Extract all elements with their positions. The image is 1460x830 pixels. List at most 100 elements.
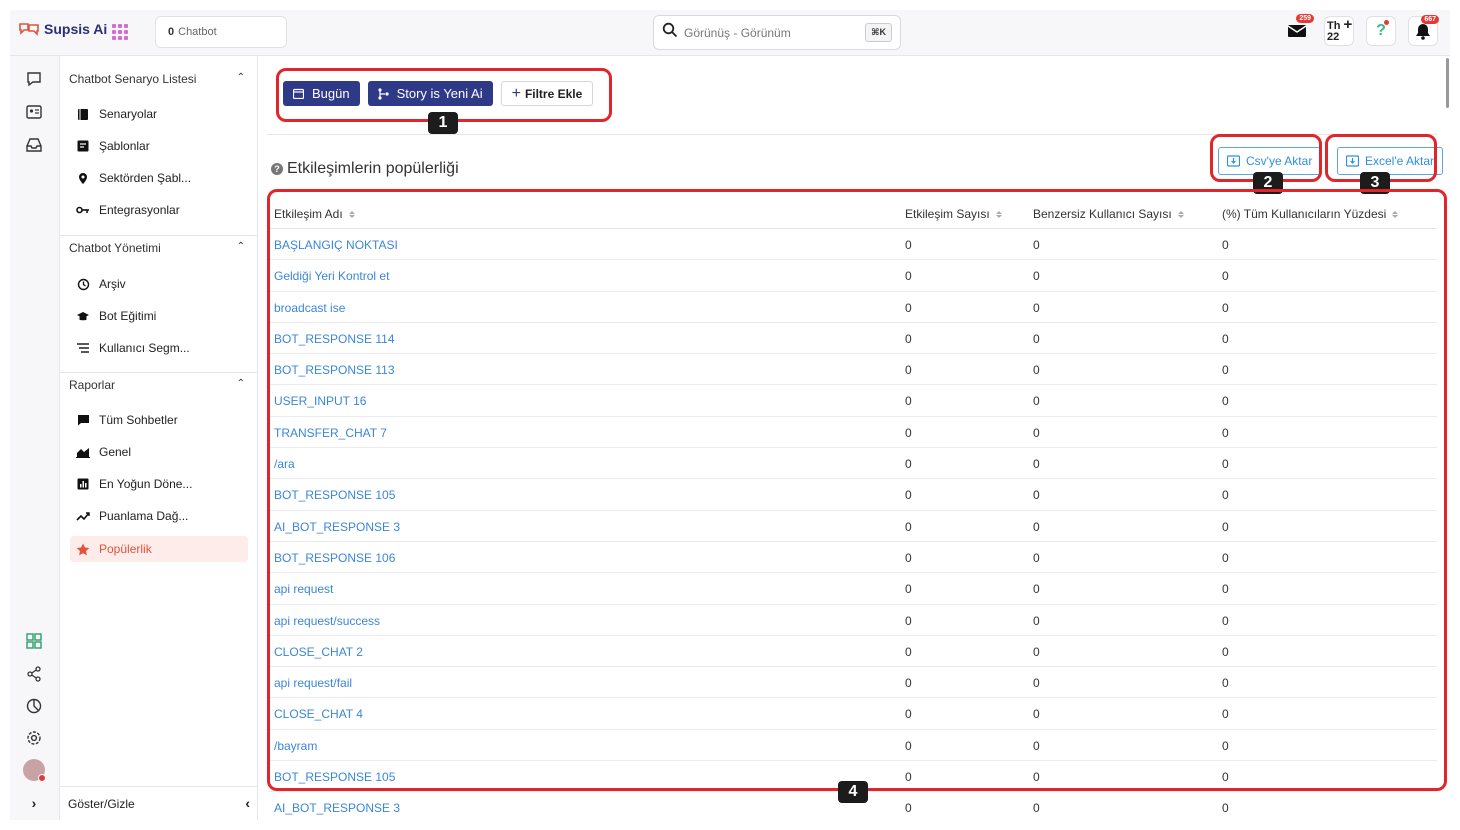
table-row[interactable]: CLOSE_CHAT 4 0 0 0 — [268, 698, 1437, 730]
interaction-name-link[interactable]: api request — [274, 582, 333, 596]
chevron-up-icon[interactable]: ⌃ — [237, 378, 245, 389]
table-row[interactable]: broadcast ise 0 0 0 — [268, 292, 1437, 323]
excel-export-button[interactable]: Excel'e Aktar — [1337, 147, 1443, 175]
interaction-name-link[interactable]: api request/success — [274, 614, 380, 628]
interaction-name-link[interactable]: AI_BOT_RESPONSE 3 — [274, 520, 400, 534]
chevron-up-icon[interactable]: ⌃ — [237, 241, 245, 252]
share-rail-icon[interactable] — [23, 663, 45, 685]
dashboard-rail-icon[interactable] — [23, 630, 45, 652]
column-header-percent[interactable]: (%) Tüm Kullanıcıların Yüzdesi — [1222, 207, 1399, 221]
sidebar-item-label: Entegrasyonlar — [99, 203, 180, 217]
section-title-management[interactable]: Chatbot Yönetimi — [69, 241, 161, 255]
mail-button[interactable]: 259 — [1282, 14, 1314, 46]
table-row[interactable]: Geldiği Yeri Kontrol et 0 0 0 — [268, 260, 1437, 292]
chatbot-selector[interactable]: 0 Chatbot — [155, 16, 287, 48]
column-header-count[interactable]: Etkileşim Sayısı — [905, 207, 1002, 221]
column-header-name[interactable]: Etkileşim Adı — [274, 207, 355, 221]
reports-rail-icon[interactable] — [23, 695, 45, 717]
sidebar-item-puanlama[interactable]: Puanlama Dağ... — [70, 503, 248, 529]
csv-export-button[interactable]: Csv'ye Aktar — [1218, 147, 1322, 175]
table-row[interactable]: api request/success 0 0 0 — [268, 605, 1437, 636]
table-row[interactable]: BOT_RESPONSE 106 0 0 0 — [268, 542, 1437, 574]
add-filter-button[interactable]: + Filtre Ekle — [500, 81, 594, 106]
table-row[interactable]: BAŞLANGIÇ NOKTASI 0 0 0 — [268, 229, 1437, 261]
interaction-name-link[interactable]: BOT_RESPONSE 113 — [274, 363, 395, 377]
sidebar-item-genel[interactable]: Genel — [70, 439, 248, 465]
sidebar-item-label: Bot Eğitimi — [99, 309, 157, 323]
search-input[interactable]: Görünüş - Görünüm — [684, 26, 859, 40]
interaction-name-link[interactable]: TRANSFER_CHAT 7 — [274, 426, 387, 440]
interaction-name-link[interactable]: /ara — [274, 457, 295, 471]
scrollbar[interactable] — [1446, 58, 1449, 108]
interaction-name-link[interactable]: /bayram — [274, 739, 317, 753]
help-button[interactable]: ? — [1366, 16, 1396, 46]
story-filter-button[interactable]: Story is Yeni Ai — [367, 81, 493, 106]
inbox-rail-icon[interactable] — [23, 134, 45, 156]
table-row[interactable]: TRANSFER_CHAT 7 0 0 0 — [268, 417, 1437, 449]
section-title-reports[interactable]: Raporlar — [69, 378, 115, 392]
expand-rail-icon[interactable]: › — [23, 792, 45, 814]
table-cell: 0 — [905, 738, 912, 753]
table-row[interactable]: BOT_RESPONSE 105 0 0 0 — [268, 479, 1437, 511]
chevron-up-icon[interactable]: ⌃ — [237, 72, 245, 83]
show-hide-toggle[interactable]: Göster/Gizle ‹ — [60, 786, 258, 820]
flow-icon — [377, 87, 389, 100]
brand-logo[interactable]: Supsis Ai — [18, 21, 107, 37]
section-title-scenario[interactable]: Chatbot Senaryo Listesi — [69, 72, 196, 86]
sidebar-item-arsiv[interactable]: Arşiv — [70, 271, 248, 297]
sidebar-item-populerlik[interactable]: Popülerlik — [70, 536, 248, 562]
table-row[interactable]: BOT_RESPONSE 113 0 0 0 — [268, 354, 1437, 386]
sort-icon — [1392, 210, 1399, 218]
table-row[interactable]: USER_INPUT 16 0 0 0 — [268, 385, 1437, 417]
table-cell: 0 — [905, 300, 912, 315]
table-row[interactable]: api request/fail 0 0 0 — [268, 667, 1437, 699]
column-header-label: Benzersiz Kullanıcı Sayısı — [1033, 207, 1172, 221]
chatbot-rail-icon[interactable] — [23, 68, 45, 90]
search-box[interactable]: Görünüş - Görünüm ⌘K — [653, 15, 901, 50]
sidebar-item-sablonlar[interactable]: Şablonlar — [70, 133, 248, 159]
apps-grid-icon[interactable] — [112, 24, 128, 40]
date-filter-button[interactable]: Bugün — [283, 81, 360, 106]
sidebar-item-en-yogun[interactable]: En Yoğun Döne... — [70, 471, 248, 497]
column-header-unique[interactable]: Benzersiz Kullanıcı Sayısı — [1033, 207, 1184, 221]
table-cell: 0 — [1222, 300, 1229, 315]
table-cell: 0 — [1033, 676, 1040, 691]
table-row[interactable]: BOT_RESPONSE 114 0 0 0 — [268, 323, 1437, 355]
date-filter-label: Bugün — [312, 86, 350, 101]
sidebar-item-senaryolar[interactable]: Senaryolar — [70, 101, 248, 127]
sidebar-item-label: Tüm Sohbetler — [99, 413, 178, 427]
table-row[interactable]: api request 0 0 0 — [268, 573, 1437, 605]
contacts-rail-icon[interactable] — [23, 101, 45, 123]
avatar[interactable] — [23, 759, 46, 782]
table-row[interactable]: CLOSE_CHAT 2 0 0 0 — [268, 636, 1437, 668]
interaction-name-link[interactable]: AI_BOT_RESPONSE 3 — [274, 801, 400, 815]
chevron-left-icon: ‹ — [245, 795, 250, 811]
th-button[interactable]: Th +22 — [1324, 16, 1354, 46]
sidebar-item-sektor-sablon[interactable]: Sektörden Şabl... — [70, 165, 248, 191]
interaction-name-link[interactable]: broadcast ise — [274, 301, 345, 315]
question-icon[interactable]: ? — [271, 163, 283, 175]
table-row[interactable]: /bayram 0 0 0 — [268, 730, 1437, 762]
interaction-name-link[interactable]: BOT_RESPONSE 114 — [274, 332, 395, 346]
table-row[interactable]: /ara 0 0 0 — [268, 448, 1437, 480]
sidebar-item-tum-sohbetler[interactable]: Tüm Sohbetler — [70, 407, 248, 433]
interaction-name-link[interactable]: USER_INPUT 16 — [274, 394, 366, 408]
interaction-name-link[interactable]: api request/fail — [274, 676, 352, 690]
sidebar-item-entegrasyonlar[interactable]: Entegrasyonlar — [70, 197, 248, 223]
interaction-name-link[interactable]: BAŞLANGIÇ NOKTASI — [274, 238, 398, 252]
sidebar-item-bot-egitimi[interactable]: Bot Eğitimi — [70, 303, 248, 329]
sidebar-item-kullanici-segment[interactable]: Kullanıcı Segm... — [70, 335, 248, 361]
table-cell: 0 — [1033, 582, 1040, 597]
column-header-label: (%) Tüm Kullanıcıların Yüzdesi — [1222, 207, 1387, 221]
settings-rail-icon[interactable] — [23, 727, 45, 749]
interaction-name-link[interactable]: BOT_RESPONSE 105 — [274, 488, 395, 502]
notification-button[interactable]: 667 — [1408, 15, 1439, 46]
table-cell: 0 — [905, 363, 912, 378]
interaction-name-link[interactable]: CLOSE_CHAT 2 — [274, 645, 363, 659]
interaction-name-link[interactable]: CLOSE_CHAT 4 — [274, 707, 363, 721]
interaction-name-link[interactable]: Geldiği Yeri Kontrol et — [274, 269, 389, 283]
interaction-name-link[interactable]: BOT_RESPONSE 106 — [274, 551, 395, 565]
table-cell: 0 — [905, 770, 912, 785]
interaction-name-link[interactable]: BOT_RESPONSE 105 — [274, 770, 395, 784]
table-row[interactable]: AI_BOT_RESPONSE 3 0 0 0 — [268, 511, 1437, 542]
